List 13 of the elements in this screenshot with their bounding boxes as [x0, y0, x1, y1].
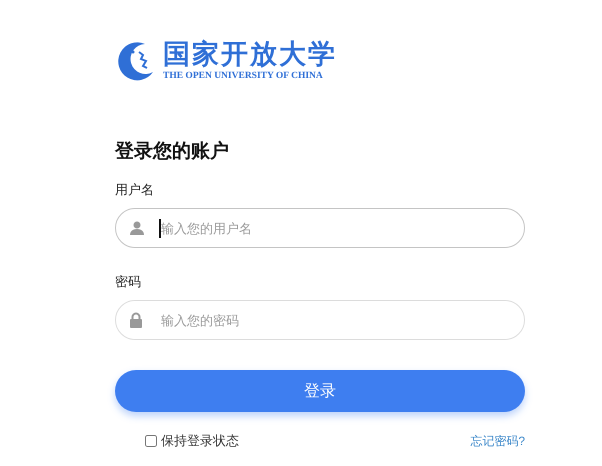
logo-subtitle: THE OPEN UNIVERSITY OF CHINA — [163, 70, 324, 82]
login-button[interactable]: 登录 — [115, 370, 525, 412]
logo-name: 国家开放大学 — [163, 38, 337, 70]
remember-checkbox[interactable] — [145, 435, 157, 447]
field-label: 用户名 — [115, 182, 155, 198]
remember-label: 保持登录状态 — [161, 432, 239, 450]
forgot-password-link[interactable]: 忘记密码? — [470, 432, 525, 450]
field-label: 密码 — [115, 274, 142, 290]
page-heading: 登录您的账户 — [115, 140, 230, 164]
user-icon — [129, 220, 145, 236]
password-field[interactable]: 输入您的密码 — [115, 300, 525, 340]
lock-icon — [129, 312, 143, 328]
username-field[interactable]: 输入您的用户名 — [115, 208, 525, 248]
